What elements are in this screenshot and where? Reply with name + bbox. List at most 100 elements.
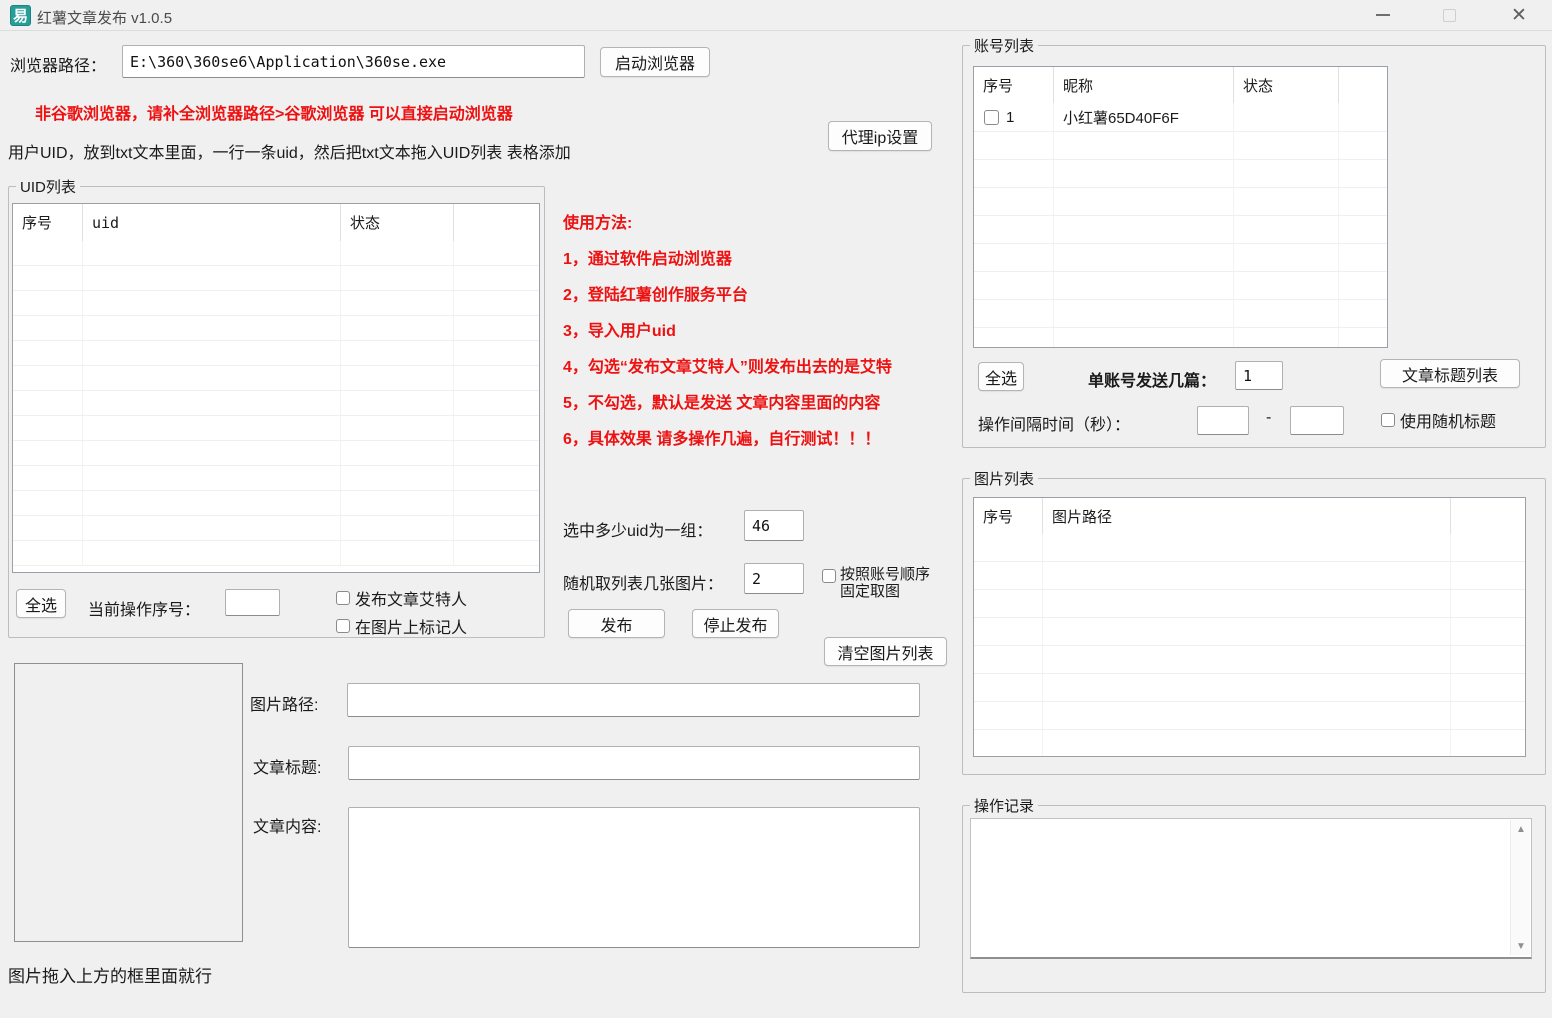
account-list-group-title: 账号列表: [970, 35, 1038, 56]
table-cell: [83, 341, 341, 365]
clear-picture-list-button[interactable]: 清空图片列表: [824, 637, 947, 666]
select-all-accounts-button[interactable]: 全选: [978, 362, 1024, 391]
article-content-textarea[interactable]: [348, 807, 920, 948]
table-cell: [1339, 132, 1388, 159]
article-title-list-button[interactable]: 文章标题列表: [1380, 359, 1520, 388]
table-row[interactable]: [974, 674, 1525, 702]
table-cell: [341, 266, 454, 290]
posts-per-account-label: 单账号发送几篇：: [1088, 367, 1216, 391]
table-cell: [13, 266, 83, 290]
table-row[interactable]: [13, 366, 539, 391]
log-area[interactable]: ▲ ▼: [970, 818, 1532, 959]
fixed-pic-order-checkbox-box[interactable]: [822, 569, 836, 583]
account-table-header: 序号 昵称 状态: [974, 67, 1387, 103]
publish-button[interactable]: 发布: [568, 609, 665, 638]
account-col-status[interactable]: 状态: [1234, 67, 1339, 103]
current-seq-label: 当前操作序号：: [88, 596, 200, 620]
mark-on-image-checkbox[interactable]: 在图片上标记人: [336, 614, 467, 638]
account-col-nickname[interactable]: 昵称: [1054, 67, 1234, 103]
minimize-button[interactable]: [1360, 0, 1406, 30]
table-cell: [974, 216, 1054, 243]
table-row[interactable]: [974, 646, 1525, 674]
at-people-checkbox[interactable]: 发布文章艾特人: [336, 586, 467, 610]
account-row-checkbox[interactable]: [984, 110, 999, 125]
table-row[interactable]: [974, 244, 1387, 272]
mark-on-image-checkbox-box[interactable]: [336, 619, 350, 633]
close-button[interactable]: ✕: [1496, 0, 1542, 30]
table-cell: [1234, 272, 1339, 299]
drop-hint-text: 图片拖入上方的框里面就行: [8, 962, 212, 987]
random-title-checkbox-box[interactable]: [1381, 413, 1395, 427]
table-cell: [1054, 328, 1234, 348]
account-col-seq[interactable]: 序号: [974, 67, 1054, 103]
scroll-up-icon[interactable]: ▲: [1511, 820, 1531, 838]
uid-col-uid[interactable]: uid: [83, 204, 341, 241]
table-row[interactable]: [13, 291, 539, 316]
uid-table-body: [13, 241, 539, 566]
table-row[interactable]: [974, 590, 1525, 618]
maximize-button[interactable]: [1426, 0, 1472, 30]
table-row[interactable]: [974, 272, 1387, 300]
table-row[interactable]: [13, 391, 539, 416]
table-row[interactable]: [974, 562, 1525, 590]
table-cell: [454, 316, 540, 340]
picture-col-path[interactable]: 图片路径: [1043, 498, 1451, 534]
random-pics-input[interactable]: [744, 563, 804, 594]
table-row[interactable]: [13, 316, 539, 341]
uid-col-seq[interactable]: 序号: [13, 204, 83, 241]
table-row[interactable]: [974, 188, 1387, 216]
select-all-uids-button[interactable]: 全选: [16, 589, 66, 618]
table-cell: [1043, 562, 1451, 589]
table-row[interactable]: [13, 416, 539, 441]
table-row[interactable]: [974, 702, 1525, 730]
table-row[interactable]: [974, 160, 1387, 188]
interval-min-input[interactable]: [1197, 406, 1249, 435]
uid-col-status[interactable]: 状态: [341, 204, 454, 241]
table-row[interactable]: [974, 328, 1387, 348]
table-cell: [1234, 132, 1339, 159]
table-cell: [13, 291, 83, 315]
table-row[interactable]: [974, 132, 1387, 160]
table-row[interactable]: [13, 241, 539, 266]
browser-path-input[interactable]: [122, 45, 585, 78]
table-row[interactable]: [974, 216, 1387, 244]
table-cell: [341, 366, 454, 390]
random-title-checkbox[interactable]: 使用随机标题: [1381, 408, 1496, 432]
stop-publish-button[interactable]: 停止发布: [692, 609, 779, 638]
proxy-ip-settings-button[interactable]: 代理ip设置: [828, 121, 932, 151]
picture-col-seq[interactable]: 序号: [974, 498, 1043, 534]
table-row[interactable]: [974, 534, 1525, 562]
account-table[interactable]: 序号 昵称 状态 1 小红薯65D40F6F: [973, 66, 1388, 348]
current-seq-input[interactable]: [225, 589, 280, 616]
fixed-pic-order-checkbox[interactable]: 按照账号顺序 固定取图: [822, 566, 930, 600]
table-cell: [1043, 618, 1451, 645]
table-cell: [83, 491, 341, 515]
table-row[interactable]: [13, 516, 539, 541]
launch-browser-button[interactable]: 启动浏览器: [600, 47, 710, 77]
article-title-input[interactable]: [348, 746, 920, 780]
table-cell: [1451, 646, 1526, 673]
picture-table[interactable]: 序号 图片路径: [973, 497, 1526, 757]
table-row[interactable]: [13, 266, 539, 291]
table-row[interactable]: [974, 300, 1387, 328]
account-table-row[interactable]: 1 小红薯65D40F6F: [974, 103, 1387, 132]
image-drop-zone[interactable]: [14, 663, 243, 942]
table-row[interactable]: [13, 466, 539, 491]
image-path-input[interactable]: [347, 683, 920, 717]
uid-table[interactable]: 序号 uid 状态: [12, 203, 540, 573]
table-row[interactable]: [13, 541, 539, 566]
random-pics-label: 随机取列表几张图片：: [563, 570, 723, 594]
table-row[interactable]: [974, 730, 1525, 757]
scroll-down-icon[interactable]: ▼: [1511, 937, 1531, 955]
table-row[interactable]: [974, 618, 1525, 646]
table-cell: [974, 702, 1043, 729]
posts-per-account-input[interactable]: [1235, 361, 1283, 390]
at-people-checkbox-box[interactable]: [336, 591, 350, 605]
interval-max-input[interactable]: [1290, 406, 1344, 435]
log-scrollbar[interactable]: ▲ ▼: [1510, 820, 1530, 955]
table-row[interactable]: [13, 341, 539, 366]
table-row[interactable]: [13, 441, 539, 466]
table-row[interactable]: [13, 491, 539, 516]
table-cell: [974, 730, 1043, 757]
uid-group-size-input[interactable]: [744, 510, 804, 541]
